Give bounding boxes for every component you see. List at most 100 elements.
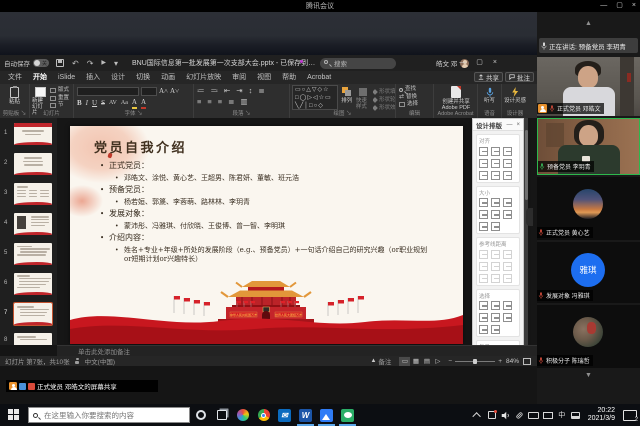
meeting-close-button[interactable]: ×	[632, 0, 636, 11]
layout-button[interactable]: 版式	[50, 87, 69, 95]
guide-icon[interactable]	[503, 250, 512, 259]
line-spacing-icon[interactable]: ↕	[249, 86, 253, 96]
guide-icon[interactable]	[479, 250, 488, 259]
link-icon[interactable]	[513, 404, 527, 426]
char-spacing-icon[interactable]: AV	[109, 99, 117, 108]
guide-icon[interactable]	[479, 262, 488, 271]
decrease-indent-icon[interactable]: ⇤	[224, 86, 230, 96]
action-center-icon[interactable]: 2	[620, 404, 640, 426]
guide-icon[interactable]	[503, 262, 512, 271]
taskbar-clock[interactable]: 20:22 2021/3/9	[583, 407, 620, 424]
text-direction-icon[interactable]: ≣	[258, 86, 264, 96]
mail-icon[interactable]: ✉	[274, 404, 295, 426]
italic-button[interactable]: I	[86, 99, 88, 108]
tray-app-icon[interactable]	[485, 404, 499, 426]
dialog-launcher-icon[interactable]: ↘	[21, 111, 27, 117]
touch-keyboard-icon[interactable]	[569, 404, 583, 426]
notes-bar[interactable]: 单击此处添加备注	[57, 345, 537, 356]
language-status[interactable]: 中文(中国)	[85, 356, 115, 366]
select-icon[interactable]	[491, 313, 500, 322]
underline-button[interactable]: U	[92, 99, 97, 108]
size-icon[interactable]	[503, 198, 512, 207]
tab-slideshow[interactable]: 幻灯片放映	[185, 71, 222, 84]
slide-thumbnail[interactable]	[14, 183, 52, 205]
tab-design[interactable]: 设计	[110, 71, 126, 84]
wechat-icon[interactable]	[337, 404, 358, 426]
volume-icon[interactable]	[499, 404, 513, 426]
meeting-maximize-button[interactable]: ▢	[616, 0, 623, 11]
slide-thumbnail[interactable]	[14, 153, 52, 175]
design-ideas-button[interactable]: 设计灵感	[502, 85, 528, 104]
reset-button[interactable]: 重置	[50, 95, 69, 103]
design-panel-scrollbar[interactable]	[524, 118, 528, 357]
participant-avatar-tile[interactable]: 雅琪 发展对象 冯雅琪	[537, 242, 640, 303]
panel-collapse-handle[interactable]	[526, 208, 533, 226]
align-left-icon[interactable]: ≡	[197, 97, 201, 107]
justify-icon[interactable]: ≣	[228, 97, 234, 107]
zoom-in-button[interactable]: +	[498, 358, 502, 365]
participant-avatar-tile[interactable]: 正式党员 黄心艺	[537, 177, 640, 240]
dialog-launcher-icon[interactable]: ↘	[137, 111, 143, 117]
slide-thumbnail[interactable]	[14, 273, 52, 295]
shrink-font-icon[interactable]: A˅	[170, 87, 179, 96]
align-icon[interactable]	[503, 159, 512, 168]
paste-button[interactable]: 粘贴	[0, 85, 29, 105]
tab-islide[interactable]: iSlide	[57, 73, 76, 83]
select-icon[interactable]	[479, 325, 488, 334]
slideshow-view-button[interactable]: ▷	[432, 357, 443, 366]
select-icon[interactable]	[479, 313, 488, 322]
zoom-slider[interactable]	[455, 361, 495, 362]
select-icon[interactable]	[491, 301, 500, 310]
select-icon[interactable]	[503, 301, 512, 310]
size-icon[interactable]	[491, 210, 500, 219]
zoom-level[interactable]: 84%	[506, 358, 519, 365]
notes-toggle[interactable]: 备注	[378, 356, 391, 366]
replace-button[interactable]: ⇄替换	[399, 94, 433, 102]
highlight-color-button[interactable]: A	[132, 98, 137, 109]
slide[interactable]: 党员自我介绍 正式党员： 邓皓文、涂悦、黄心艺、王超男、陈君妍、董敏、班元浩 预…	[70, 126, 463, 344]
guide-icon[interactable]	[503, 274, 512, 283]
collapse-arrow-button[interactable]: ▲	[537, 20, 640, 27]
comments-button[interactable]: 批注	[505, 72, 534, 82]
align-icon[interactable]	[503, 171, 512, 180]
select-button[interactable]: 选择	[399, 101, 433, 109]
word-icon[interactable]: W	[295, 404, 316, 426]
font-color-button[interactable]: A	[141, 98, 146, 109]
shapes-gallery[interactable]: ▭○△▽◇☆ □◯▷◁☆▭ ╲╱│□○◇	[292, 85, 338, 110]
size-icon[interactable]	[479, 198, 488, 207]
normal-view-button[interactable]: ▭	[399, 357, 410, 366]
meeting-minimize-button[interactable]: —	[600, 0, 607, 11]
size-icon[interactable]	[491, 198, 500, 207]
zoom-out-button[interactable]: −	[448, 358, 452, 365]
save-icon[interactable]	[56, 59, 64, 67]
tab-acrobat[interactable]: Acrobat	[306, 73, 332, 83]
slide-number-status[interactable]: 幻灯片 第7张，共10张	[5, 356, 70, 366]
find-button[interactable]: 查找	[399, 86, 433, 94]
slide-thumbnail[interactable]	[14, 123, 52, 145]
guide-icon[interactable]	[491, 262, 500, 271]
size-icon[interactable]	[479, 222, 488, 231]
redo-icon[interactable]: ↷	[87, 56, 94, 71]
align-icon[interactable]	[491, 159, 500, 168]
increase-indent-icon[interactable]: ⇥	[236, 86, 242, 96]
display-icon[interactable]	[541, 404, 555, 426]
ppt-search-box[interactable]: 搜索	[320, 58, 396, 69]
size-icon[interactable]	[479, 210, 488, 219]
more-participants-arrow[interactable]: ▼	[537, 372, 640, 379]
keyboard-icon[interactable]	[527, 404, 541, 426]
align-center-icon[interactable]: ≡	[207, 97, 211, 107]
paint-app-icon[interactable]	[232, 404, 253, 426]
ppt-close-button[interactable]: ×	[493, 55, 497, 70]
slide-sorter-button[interactable]: ▦	[410, 357, 421, 366]
tab-review[interactable]: 审阅	[231, 71, 247, 84]
ppt-minimize-button[interactable]: —	[459, 55, 466, 70]
guide-icon[interactable]	[491, 274, 500, 283]
slideshow-icon[interactable]: ▶	[101, 56, 106, 71]
chrome-icon[interactable]	[253, 404, 274, 426]
tab-help[interactable]: 帮助	[281, 71, 297, 84]
tab-transitions[interactable]: 切换	[135, 71, 151, 84]
select-icon[interactable]	[491, 325, 500, 334]
undo-icon[interactable]: ↶	[72, 56, 79, 71]
align-icon[interactable]	[503, 147, 512, 156]
arrange-button[interactable]: 排列	[340, 85, 354, 104]
